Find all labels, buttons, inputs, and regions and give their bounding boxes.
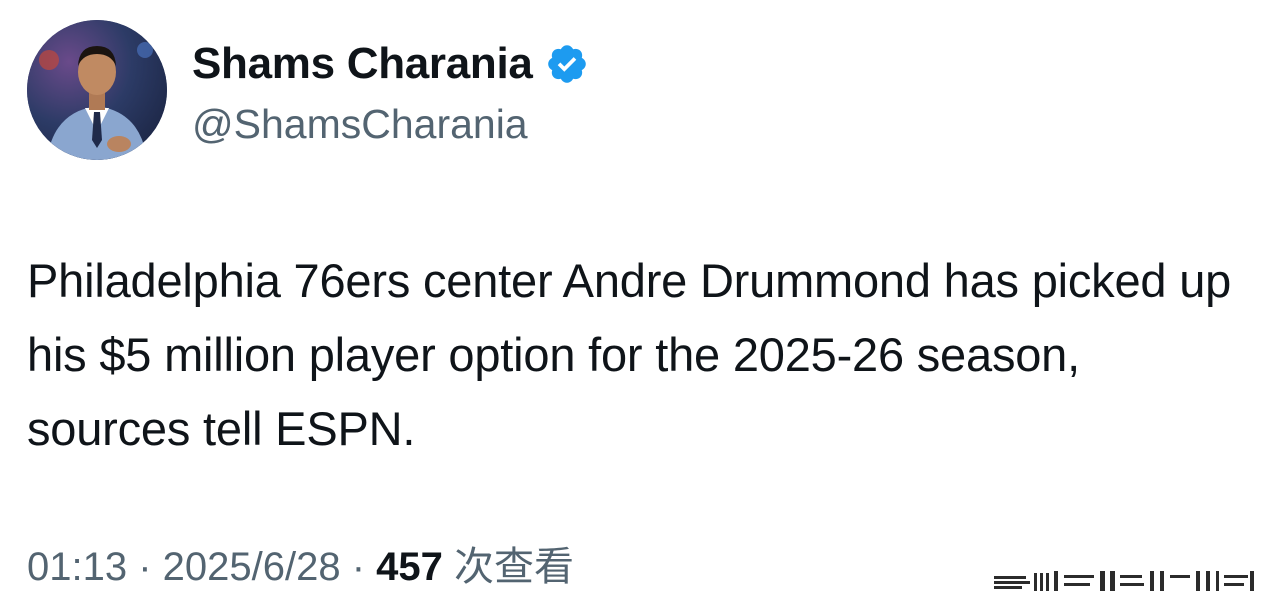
watermark-icon	[994, 571, 1254, 591]
avatar[interactable]	[27, 20, 167, 160]
tweet-text: Philadelphia 76ers center Andre Drummond…	[27, 254, 1232, 455]
tweet-meta: 01:13 · 2025/6/28 · 457 次查看	[27, 540, 574, 594]
verified-badge-icon	[547, 45, 586, 83]
author-handle[interactable]: @ShamsCharania	[192, 98, 528, 150]
meta-separator: ·	[340, 545, 377, 589]
author-display-name[interactable]: Shams Charania	[192, 36, 533, 92]
tweet-time[interactable]: 01:13	[27, 545, 127, 589]
meta-separator: ·	[127, 545, 163, 589]
avatar-photo	[27, 20, 167, 160]
views-count: 457	[376, 545, 443, 589]
author-name-row[interactable]: Shams Charania	[192, 36, 589, 92]
views-label: 次查看	[442, 545, 575, 589]
tweet-date[interactable]: 2025/6/28	[163, 545, 341, 589]
